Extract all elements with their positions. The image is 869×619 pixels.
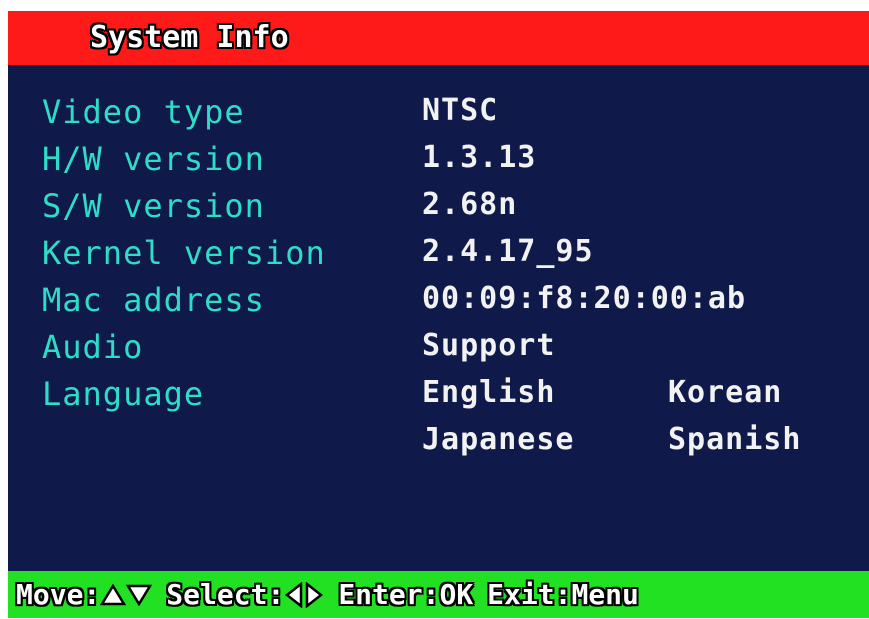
sw-version-label: S/W version (42, 187, 265, 225)
key-hint-bar: Move: Select: Enter:OK Exit:Menu (8, 571, 869, 618)
enter-hint-label: Enter:OK (338, 578, 474, 611)
row-language: Language English Korean (8, 375, 869, 422)
hw-version-value: 1.3.13 (422, 140, 537, 175)
mac-address-label: Mac address (42, 281, 265, 319)
audio-value: Support (422, 328, 556, 363)
audio-label: Audio (42, 328, 144, 366)
kernel-version-value: 2.4.17_95 (422, 234, 594, 269)
row-sw-version: S/W version 2.68n (8, 187, 869, 234)
language-option-spanish[interactable]: Spanish (668, 422, 801, 457)
sw-version-value: 2.68n (422, 187, 518, 222)
row-hw-version: H/W version 1.3.13 (8, 140, 869, 187)
right-triangle-icon (306, 581, 324, 608)
select-hint-label: Select: (166, 578, 285, 611)
left-triangle-icon (285, 581, 303, 608)
video-type-label: Video type (42, 93, 245, 131)
row-kernel-version: Kernel version 2.4.17_95 (8, 234, 869, 281)
language-option-english[interactable]: English (422, 375, 555, 410)
video-type-value: NTSC (422, 93, 499, 128)
exit-hint-label: Exit:Menu (487, 578, 639, 611)
key-hints: Move: Select: Enter:OK Exit:Menu (16, 578, 639, 611)
down-triangle-icon (126, 584, 153, 606)
move-hint-label: Move: (16, 578, 101, 611)
row-mac-address: Mac address 00:09:f8:20:00:ab (8, 281, 869, 328)
osd-screen: System Info Video type NTSC H/W version … (8, 11, 869, 618)
hw-version-label: H/W version (42, 140, 265, 178)
up-triangle-icon (100, 583, 127, 605)
mac-address-value: 00:09:f8:20:00:ab (422, 281, 747, 316)
language-label: Language (42, 375, 205, 413)
row-audio: Audio Support (8, 328, 869, 375)
row-language-more: Japanese Spanish (8, 422, 869, 469)
kernel-version-label: Kernel version (42, 234, 326, 272)
row-video-type: Video type NTSC (8, 93, 869, 140)
system-info-list: Video type NTSC H/W version 1.3.13 S/W v… (8, 11, 869, 571)
language-option-korean[interactable]: Korean (668, 375, 782, 410)
language-option-japanese[interactable]: Japanese (422, 422, 575, 457)
